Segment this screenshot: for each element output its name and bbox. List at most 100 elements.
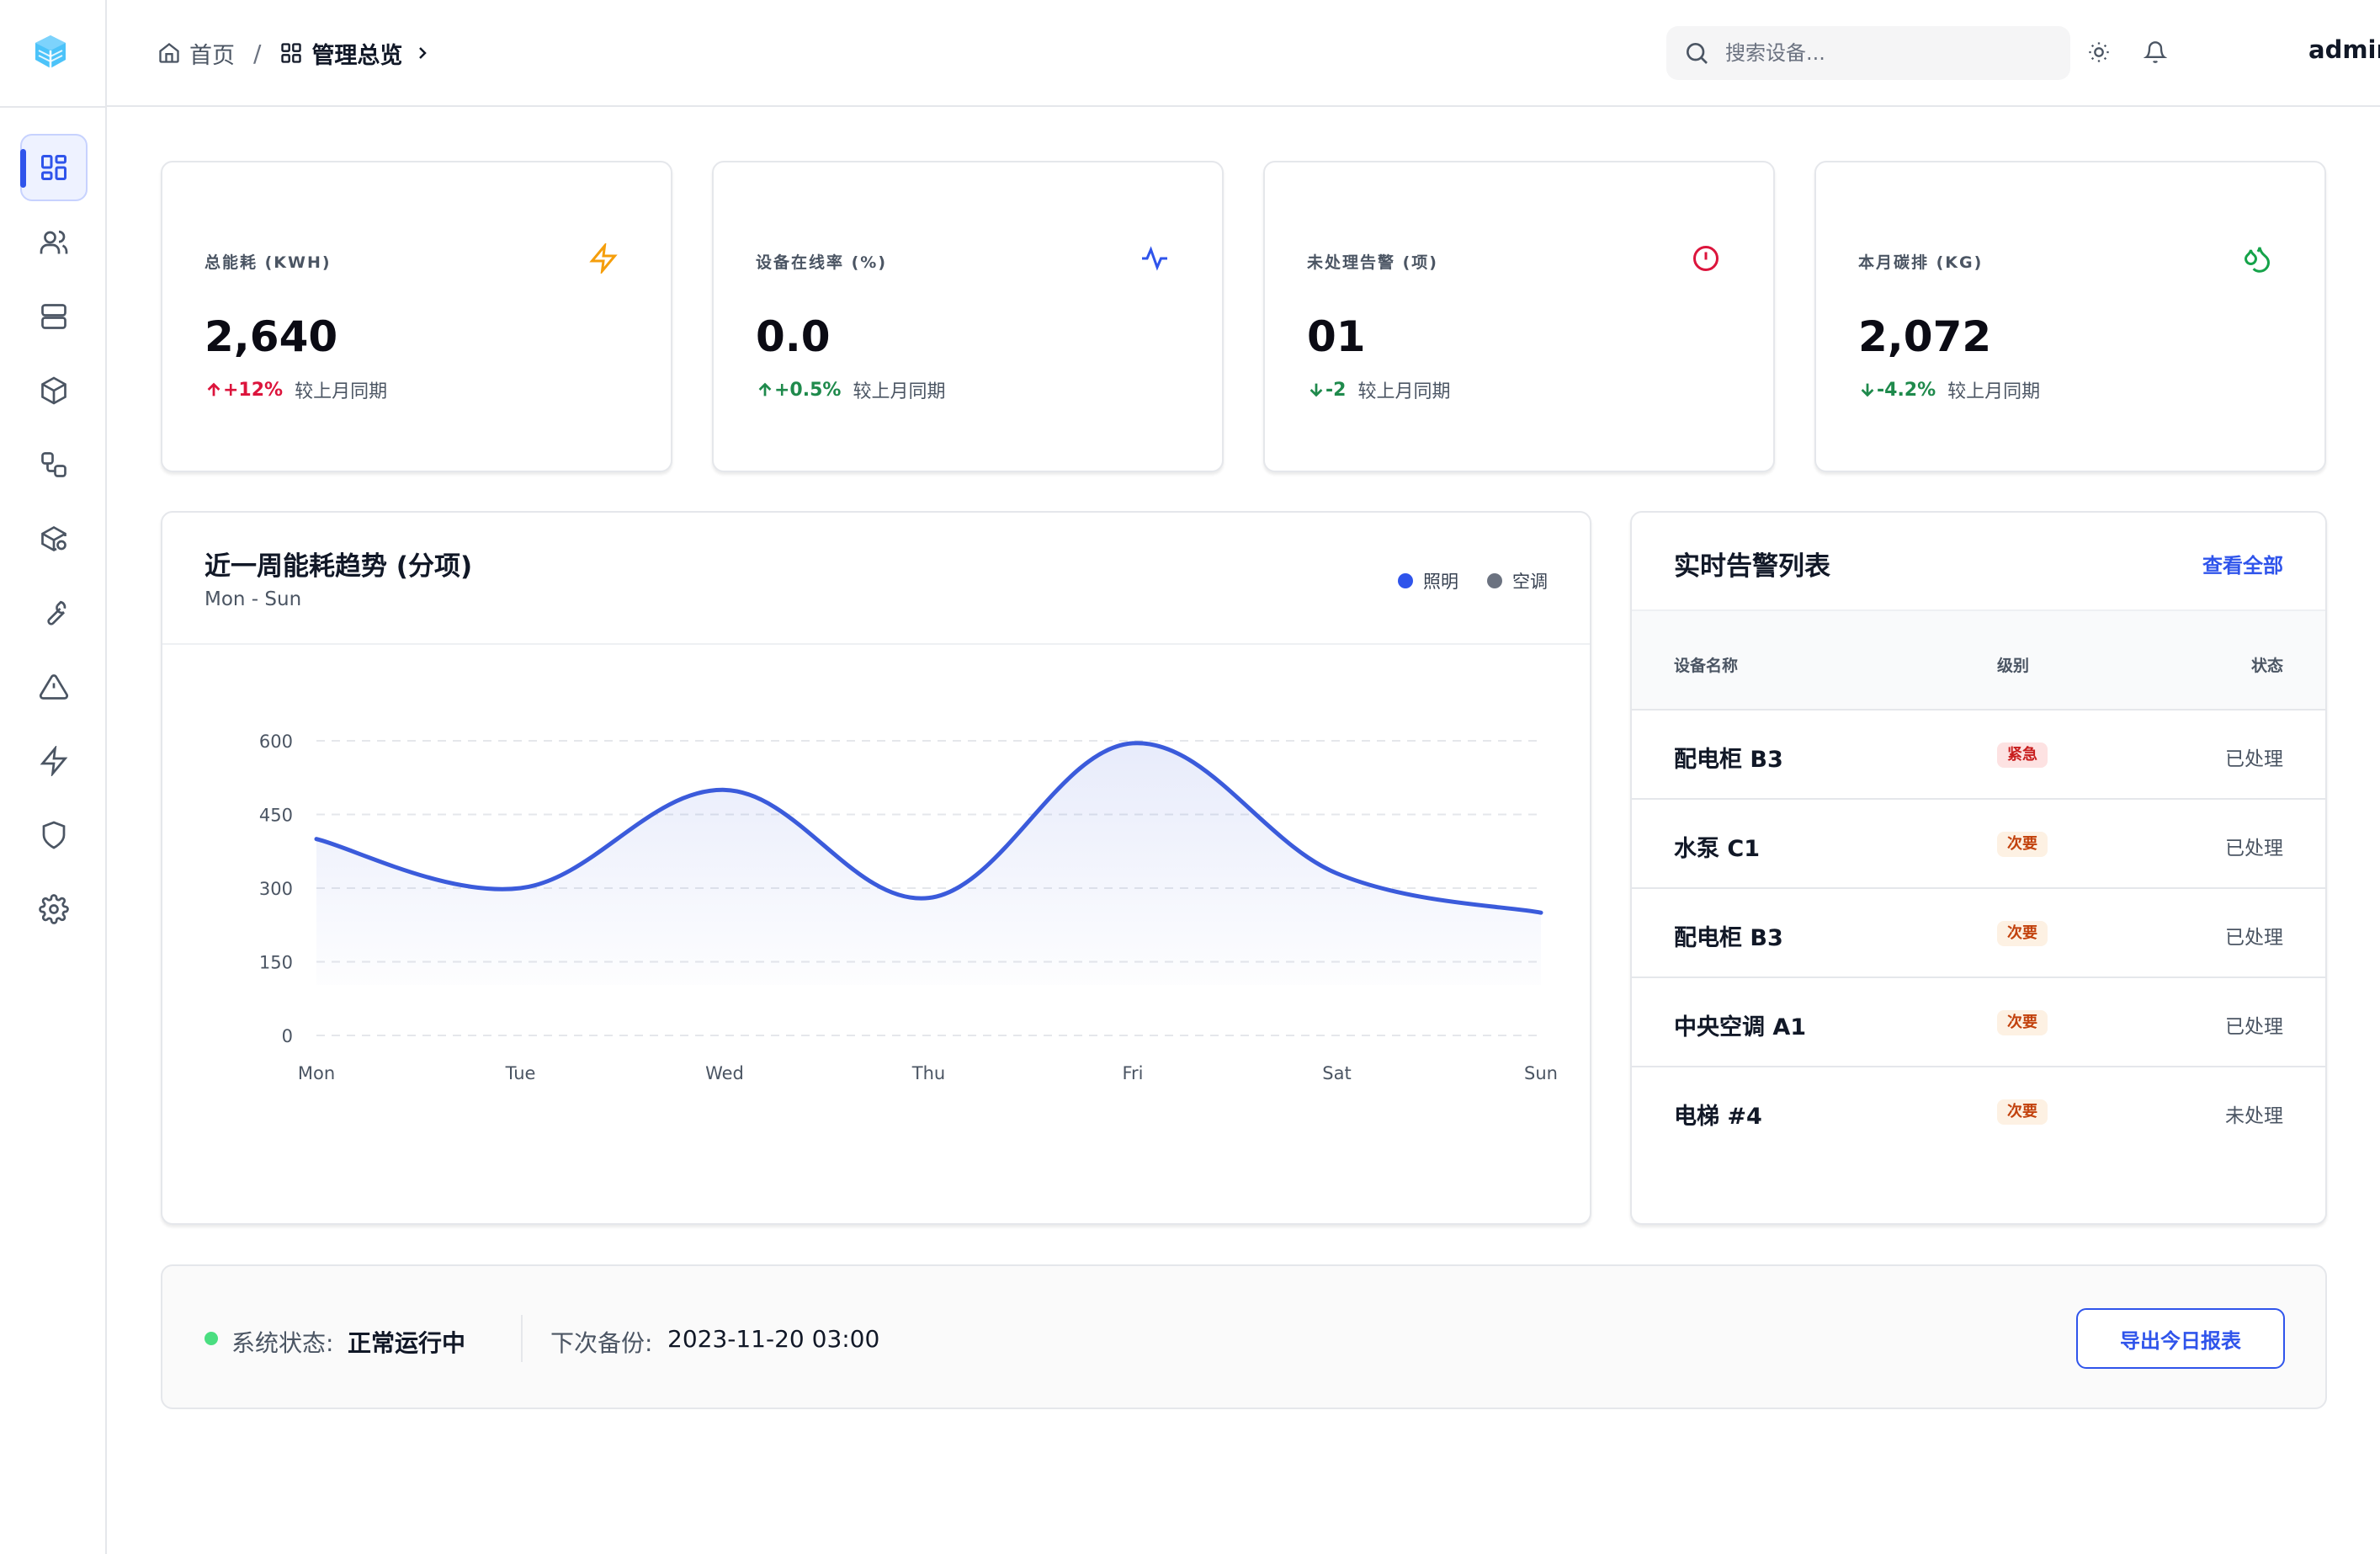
kpi-label: 未处理告警 (项) <box>1307 253 1438 272</box>
status-divider <box>521 1315 523 1362</box>
sidebar-item-energy[interactable] <box>20 727 88 795</box>
kpi-value: 2,640 <box>205 312 338 361</box>
kpi-trend: +0.5% 较上月同期 <box>756 376 945 403</box>
arrow-down-icon <box>1861 383 1874 397</box>
x-tick-label: Tue <box>505 1063 536 1083</box>
device-name: 配电柜 B3 <box>1674 747 1783 773</box>
x-tick-label: Fri <box>1122 1063 1143 1083</box>
box-icon <box>41 376 66 405</box>
arrow-up-icon <box>758 382 772 396</box>
sidebar-item-servers[interactable] <box>20 283 88 350</box>
package-settings-icon <box>41 525 66 552</box>
kpi-trend: +12% 较上月同期 <box>205 376 387 403</box>
next-backup-label: 下次备份: <box>550 1329 653 1357</box>
workflow-icon <box>41 452 66 477</box>
table-row[interactable]: 水泵 C1 次要 已处理 <box>1632 800 2325 889</box>
x-tick-label: Thu <box>911 1063 945 1083</box>
search-input[interactable] <box>1725 41 2045 65</box>
kpi-card-energy: 总能耗 (KWH) 2,640 +12% 较上月同期 <box>161 161 672 472</box>
alerts-title: 实时告警列表 <box>1674 551 1830 582</box>
device-name: 水泵 C1 <box>1674 836 1761 862</box>
sidebar-item-security[interactable] <box>20 801 88 869</box>
sun-icon <box>2089 42 2109 62</box>
kpi-trend: -2 较上月同期 <box>1307 376 1450 403</box>
kpi-value: 0.0 <box>756 312 831 361</box>
breadcrumb: 首页 / 管理总览 <box>157 34 441 72</box>
legend-label: 照明 <box>1423 572 1458 592</box>
sidebar-item-workflow[interactable] <box>20 431 88 498</box>
breadcrumb-current[interactable]: 管理总览 <box>311 37 402 70</box>
table-row[interactable]: 电梯 #4 次要 未处理 <box>1632 1067 2325 1157</box>
theme-toggle-button[interactable] <box>2084 37 2114 67</box>
x-tick-label: Mon <box>298 1063 335 1083</box>
kpi-label: 本月碳排 (KG) <box>1858 253 1984 272</box>
pulse-icon <box>1142 246 1167 271</box>
grid-icon <box>281 43 302 63</box>
sidebar-item-alerts[interactable] <box>20 653 88 721</box>
kpi-delta: +12% <box>223 379 284 401</box>
dashboard-icon <box>41 155 66 180</box>
chart-legend: 照明 空调 <box>1369 568 1548 593</box>
kpi-note: 较上月同期 <box>853 381 946 402</box>
sidebar-item-settings[interactable] <box>20 875 88 943</box>
y-tick-label: 300 <box>259 879 293 899</box>
level-badge: 紧急 <box>1997 742 2048 768</box>
y-tick-label: 0 <box>282 1026 293 1046</box>
user-name[interactable]: admin <box>2308 35 2380 64</box>
column-header-level: 级别 <box>1997 657 2030 675</box>
logo-cube-icon[interactable] <box>30 32 71 72</box>
arrow-up-icon <box>207 382 220 396</box>
alerts-card: 实时告警列表 查看全部 设备名称 级别 状态 配电柜 B3 紧急 已处理 水泵 … <box>1630 511 2327 1225</box>
column-header-name: 设备名称 <box>1674 657 1739 675</box>
lightning-icon <box>589 243 618 274</box>
search-box[interactable] <box>1666 26 2070 80</box>
view-all-link[interactable]: 查看全部 <box>2202 549 2283 578</box>
level-badge: 次要 <box>1997 921 2048 946</box>
table-row[interactable]: 中央空调 A1 次要 已处理 <box>1632 978 2325 1067</box>
status-text: 已处理 <box>2225 838 2283 859</box>
lightning-icon <box>40 746 68 776</box>
kpi-delta: -4.2% <box>1877 379 1936 401</box>
sidebar-item-dashboard[interactable] <box>20 134 88 201</box>
x-tick-label: Sun <box>1524 1063 1558 1083</box>
alerts-table-header: 设备名称 级别 状态 <box>1632 611 2325 710</box>
table-row[interactable]: 配电柜 B3 紧急 已处理 <box>1632 710 2325 800</box>
kpi-card-pending-alerts: 未处理告警 (项) 01 -2 较上月同期 <box>1263 161 1775 472</box>
status-text: 已处理 <box>2225 927 2283 949</box>
alert-circle-icon <box>1693 246 1719 271</box>
legend-dot <box>1487 573 1502 588</box>
chevron-right-icon[interactable] <box>412 43 433 63</box>
home-icon <box>159 43 179 63</box>
bell-icon <box>2144 41 2167 63</box>
kpi-label: 设备在线率 (%) <box>756 253 888 272</box>
next-backup-value: 2023-11-20 03:00 <box>667 1325 880 1353</box>
energy-line-chart: 0 150 300 450 600 Mon Tue Wed Thu Fri Sat Sun <box>259 732 1558 1083</box>
table-row[interactable]: 配电柜 B3 次要 已处理 <box>1632 889 2325 978</box>
kpi-delta: -2 <box>1325 379 1347 401</box>
device-name: 中央空调 A1 <box>1674 1014 1807 1040</box>
status-text: 未处理 <box>2225 1105 2283 1127</box>
sidebar-item-maintenance[interactable] <box>20 579 88 647</box>
notifications-button[interactable] <box>2140 37 2170 67</box>
gear-icon <box>39 894 69 924</box>
sidebar-item-users[interactable] <box>20 209 88 276</box>
breadcrumb-separator: / <box>253 39 262 67</box>
export-report-button[interactable]: 导出今日报表 <box>2076 1308 2285 1369</box>
breadcrumb-home[interactable]: 首页 <box>189 37 235 70</box>
x-tick-label: Wed <box>705 1063 744 1083</box>
system-status-bar: 系统状态: 正常运行中 下次备份: 2023-11-20 03:00 导出今日报… <box>161 1264 2327 1409</box>
kpi-delta: +0.5% <box>774 379 842 401</box>
series-area <box>316 742 1541 985</box>
droplets-icon <box>2244 247 2271 273</box>
legend-item-ac[interactable]: 空调 <box>1487 568 1548 593</box>
sidebar-item-inventory[interactable] <box>20 505 88 572</box>
sidebar <box>0 0 107 1554</box>
status-indicator-dot <box>205 1332 218 1345</box>
kpi-label: 总能耗 (KWH) <box>205 253 332 272</box>
legend-item-lighting[interactable]: 照明 <box>1398 568 1458 593</box>
kpi-note: 较上月同期 <box>295 381 388 402</box>
server-icon <box>41 304 66 329</box>
top-header: 首页 / 管理总览 admin <box>107 0 2380 107</box>
sidebar-item-devices[interactable] <box>20 357 88 424</box>
shield-icon <box>42 821 66 849</box>
